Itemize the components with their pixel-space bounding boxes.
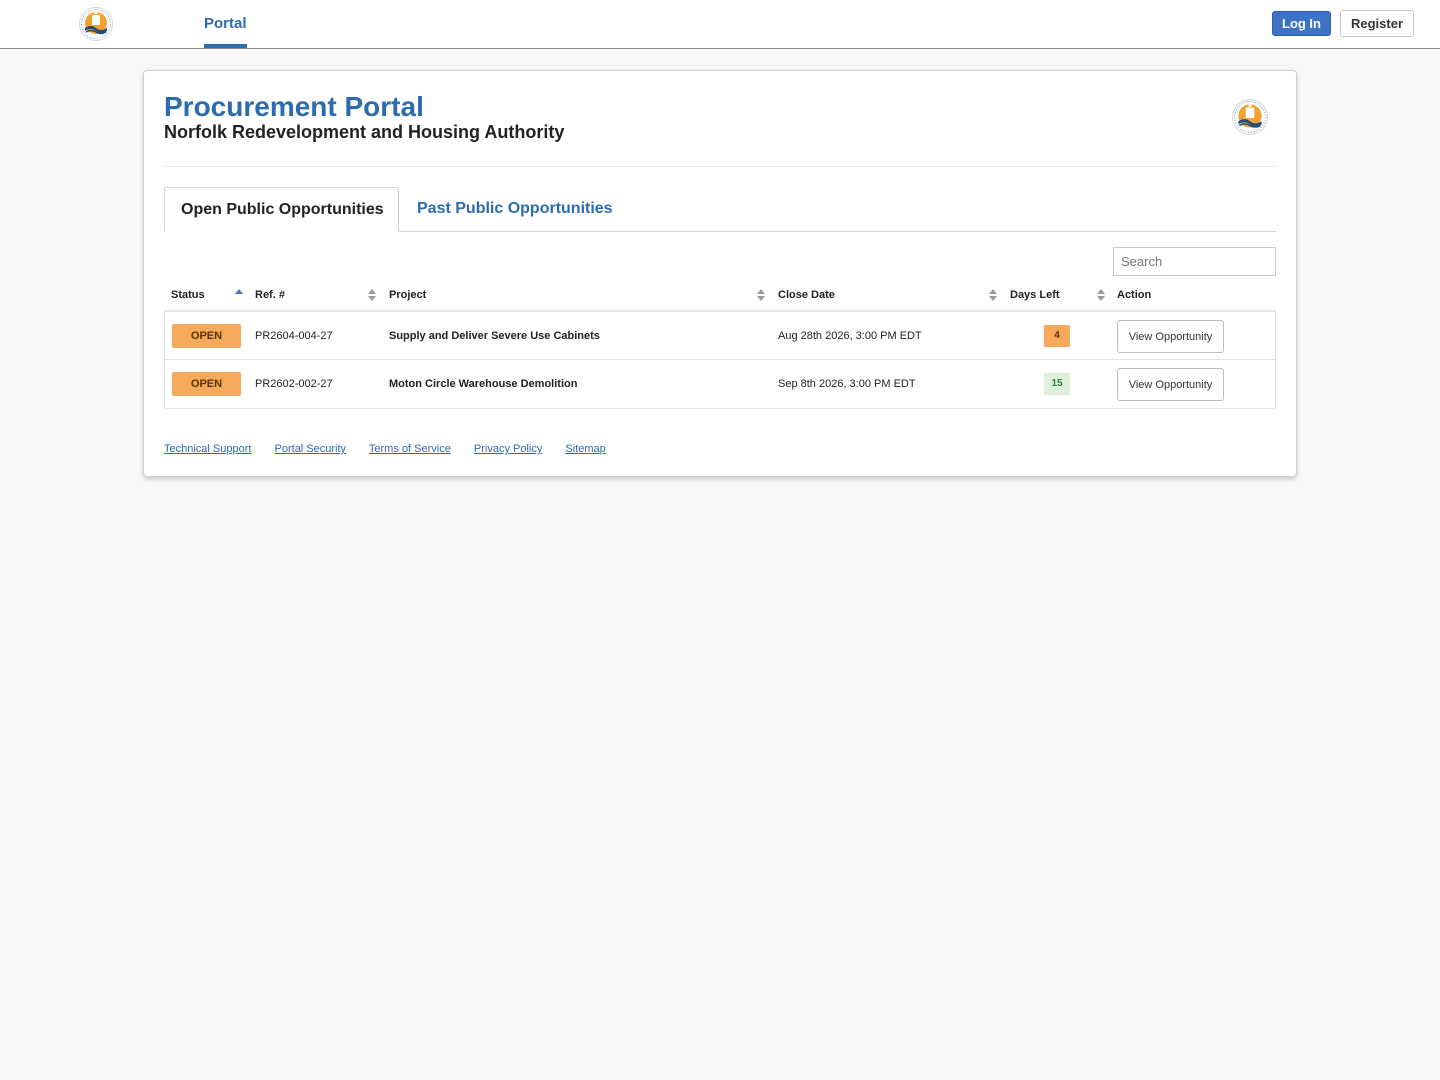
procurement-portal-card: Procurement Portal Norfolk Redevelopment… <box>143 70 1297 477</box>
view-opportunity-button[interactable]: View Opportunity <box>1117 320 1224 353</box>
column-header-days-left[interactable]: Days Left <box>1010 281 1060 310</box>
project-name: Supply and Deliver Severe Use Cabinets <box>389 330 600 342</box>
nrha-logo-icon[interactable] <box>78 6 114 42</box>
nav-tab-portal[interactable]: Portal <box>204 0 247 48</box>
close-date: Sep 8th 2026, 3:00 PM EDT <box>778 378 916 390</box>
ref-number: PR2604-004-27 <box>255 330 333 342</box>
opportunities-table: Status Ref. # Project Close Date Days Le… <box>164 281 1276 409</box>
table-body: OPEN PR2604-004-27 Supply and Deliver Se… <box>164 312 1276 409</box>
tab-past-public-opportunities[interactable]: Past Public Opportunities <box>417 187 613 232</box>
status-badge: OPEN <box>172 372 241 396</box>
register-button[interactable]: Register <box>1340 10 1414 37</box>
sort-icon[interactable] <box>989 289 997 303</box>
sitemap-link[interactable]: Sitemap <box>565 443 605 455</box>
view-opportunity-button[interactable]: View Opportunity <box>1117 368 1224 401</box>
table-header: Status Ref. # Project Close Date Days Le… <box>164 281 1276 312</box>
top-navigation-bar: Portal Log In Register <box>0 0 1440 49</box>
terms-of-service-link[interactable]: Terms of Service <box>369 443 451 455</box>
column-header-close-date[interactable]: Close Date <box>778 281 835 310</box>
column-header-project[interactable]: Project <box>389 281 426 310</box>
page-subtitle: Norfolk Redevelopment and Housing Author… <box>164 122 565 142</box>
column-header-action: Action <box>1117 289 1152 301</box>
table-row: OPEN PR2604-004-27 Supply and Deliver Se… <box>165 312 1275 360</box>
header-divider <box>164 166 1276 167</box>
status-badge: OPEN <box>172 324 241 348</box>
search-input[interactable] <box>1113 247 1276 276</box>
column-header-ref[interactable]: Ref. # <box>255 281 285 310</box>
tab-open-public-opportunities[interactable]: Open Public Opportunities <box>164 187 399 232</box>
close-date: Aug 28th 2026, 3:00 PM EDT <box>778 330 922 342</box>
privacy-policy-link[interactable]: Privacy Policy <box>474 443 542 455</box>
sort-icon[interactable] <box>1097 289 1105 303</box>
sort-icon[interactable] <box>368 289 376 303</box>
days-left-badge: 4 <box>1044 325 1070 347</box>
log-in-button[interactable]: Log In <box>1272 11 1331 36</box>
column-header-status[interactable]: Status <box>171 281 205 310</box>
footer-links: Technical Support Portal Security Terms … <box>164 443 626 455</box>
table-row: OPEN PR2602-002-27 Moton Circle Warehous… <box>165 360 1275 408</box>
technical-support-link[interactable]: Technical Support <box>164 443 251 455</box>
days-left-badge: 15 <box>1044 373 1070 395</box>
ref-number: PR2602-002-27 <box>255 378 333 390</box>
sort-icon[interactable] <box>757 289 765 303</box>
page-title: Procurement Portal <box>164 91 424 122</box>
sort-asc-icon[interactable] <box>235 289 243 303</box>
project-name: Moton Circle Warehouse Demolition <box>389 378 578 390</box>
portal-security-link[interactable]: Portal Security <box>275 443 347 455</box>
nrha-seal-icon <box>1231 98 1269 136</box>
